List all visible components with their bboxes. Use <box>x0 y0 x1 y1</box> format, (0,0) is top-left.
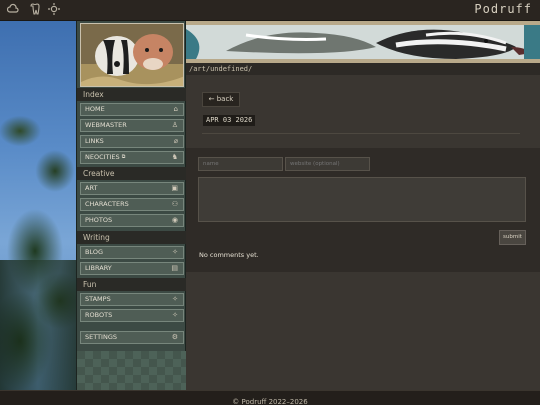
nav-item-label: NEOCITIES <box>85 153 120 161</box>
tree-foliage <box>0 260 76 390</box>
nav-item-label: LIBRARY <box>85 264 112 272</box>
nav-item-label: LINKS <box>85 137 104 145</box>
tooth-icon[interactable] <box>28 3 42 17</box>
nav-item-stamps[interactable]: STAMPS ✧ <box>80 293 184 306</box>
nav-item-links[interactable]: LINKS ⌀ <box>80 135 184 148</box>
lock-icon: ♙ <box>171 121 178 129</box>
badger-avatar <box>80 23 184 87</box>
nav-item-label: HOME <box>85 105 105 113</box>
comment-textarea[interactable] <box>198 177 526 222</box>
nav-item-label: PHOTOS <box>85 216 113 224</box>
nav-item-label: WEBMASTER <box>85 121 127 129</box>
nav-item-label: STAMPS <box>85 295 111 303</box>
paperclip-icon: ⌀ <box>173 137 178 145</box>
no-comments-text: No comments yet. <box>199 251 259 259</box>
page-path: /art/undefined/ <box>186 63 540 75</box>
footer: © Podruff 2022–2026 <box>0 390 540 405</box>
cloud-icon[interactable] <box>6 3 20 17</box>
sparkle-icon: ✧ <box>172 248 178 256</box>
divider <box>202 133 520 134</box>
sparkle-icon: ✧ <box>172 311 178 319</box>
cat-icon: ♞ <box>171 153 178 161</box>
site-brand[interactable]: Podruff <box>474 2 532 16</box>
nav-item-label: ROBOTS <box>85 311 113 319</box>
section-fun: Fun <box>77 278 187 291</box>
nav-item-blog[interactable]: BLOG ✧ <box>80 246 184 259</box>
external-link-icon: ⧉ <box>121 154 126 160</box>
nav-item-label: CHARACTERS <box>85 200 129 208</box>
back-button[interactable]: ← back <box>202 92 240 107</box>
people-icon: ⚇ <box>171 200 178 208</box>
nav-item-characters[interactable]: CHARACTERS ⚇ <box>80 198 184 211</box>
post-date: APR 03 2026 <box>203 115 256 126</box>
book-icon: ▤ <box>171 264 178 272</box>
sun-icon[interactable] <box>47 3 61 17</box>
nav-item-neocities[interactable]: NEOCITIES ⧉ ♞ <box>80 151 184 164</box>
section-creative: Creative <box>77 167 187 180</box>
nav-item-webmaster[interactable]: WEBMASTER ♙ <box>80 119 184 132</box>
website-input[interactable] <box>285 157 370 171</box>
submit-button[interactable]: submit <box>499 230 526 245</box>
top-bar: Podruff <box>0 0 540 21</box>
nav-item-photos[interactable]: PHOTOS ◉ <box>80 214 184 227</box>
nav-item-label: ART <box>85 184 98 192</box>
nav-item-art[interactable]: ART ▣ <box>80 182 184 195</box>
nav-item-home[interactable]: HOME ⌂ <box>80 103 184 116</box>
badger-banner <box>186 21 540 63</box>
sidebar-pattern <box>77 351 187 390</box>
lower-content <box>186 272 540 390</box>
nav-item-robots[interactable]: ROBOTS ✧ <box>80 309 184 322</box>
gear-icon: ⚙ <box>171 333 178 341</box>
section-writing: Writing <box>77 231 187 244</box>
post-area: ← back APR 03 2026 <box>186 75 540 148</box>
nav-item-label: SETTINGS <box>85 333 118 341</box>
sparkle-icon: ✧ <box>172 295 178 303</box>
comments-section: submit No comments yet. <box>186 148 540 272</box>
camera-icon: ◉ <box>171 216 178 224</box>
nav-item-settings[interactable]: SETTINGS ⚙ <box>80 331 184 344</box>
nav-item-label: BLOG <box>85 248 104 256</box>
name-input[interactable] <box>198 157 283 171</box>
section-index: Index <box>77 88 187 101</box>
nav-item-library[interactable]: LIBRARY ▤ <box>80 262 184 275</box>
sidebar: Index HOME ⌂ WEBMASTER ♙ LINKS ⌀ NEOCITI… <box>76 21 187 390</box>
house-icon: ⌂ <box>173 105 178 113</box>
image-icon: ▣ <box>171 184 178 192</box>
